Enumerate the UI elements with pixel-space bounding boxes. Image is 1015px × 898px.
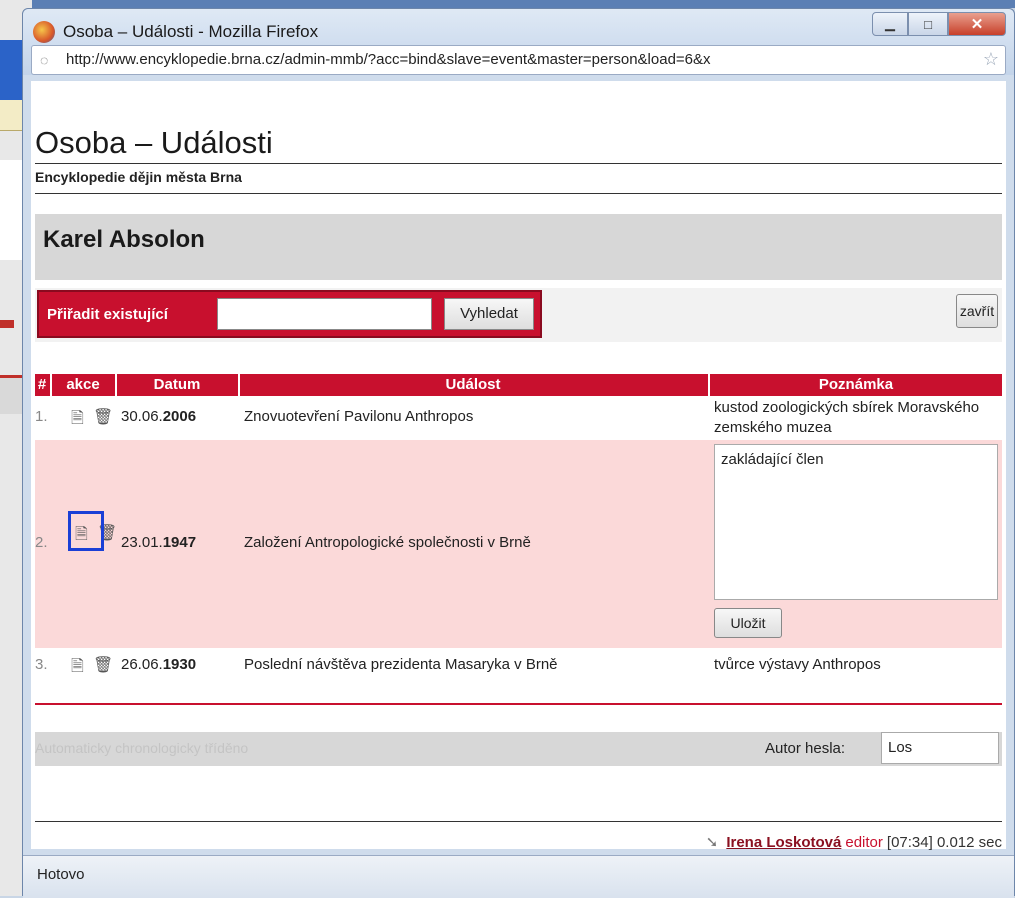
minimize-button[interactable]: ▁ — [872, 12, 908, 36]
note-textarea[interactable]: zakládající člen — [714, 444, 998, 600]
col-header-num: # — [37, 376, 47, 393]
row-event: Znovuotevření Pavilonu Anthropos — [244, 408, 474, 425]
user-role: editor — [845, 834, 883, 851]
row-number: 1. — [35, 408, 48, 425]
author-bar: Automaticky chronologicky tříděno Autor … — [35, 732, 1002, 766]
background-strip — [32, 0, 1015, 8]
divider — [35, 821, 1002, 822]
user-link[interactable]: Irena Loskotová — [726, 834, 841, 851]
date-day-month: 30.06. — [121, 408, 163, 425]
row-event: Založení Antropologické společnosti v Br… — [244, 534, 531, 551]
date-year: 2006 — [162, 408, 197, 425]
col-header-date: Datum — [153, 376, 201, 393]
edit-icon[interactable]: 🗎 — [71, 407, 84, 434]
address-bar[interactable]: ◌ http://www.encyklopedie.brna.cz/admin-… — [31, 45, 1006, 75]
date-day-month: 23.01. — [121, 534, 163, 551]
status-text: Hotovo — [37, 866, 85, 883]
page-title: Osoba – Události — [35, 125, 273, 160]
assign-label: Přiřadit existující — [47, 306, 168, 323]
user-arrow-icon: ➘ — [705, 834, 719, 851]
assign-search-input[interactable] — [217, 298, 432, 330]
trash-icon[interactable]: 🗑 — [93, 407, 113, 427]
window-title: Osoba – Události - Mozilla Firefox — [63, 22, 319, 41]
person-name: Karel Absolon — [43, 226, 205, 253]
trash-icon[interactable]: 🗑 — [93, 655, 113, 675]
row-event: Poslední návštěva prezidenta Masaryka v … — [244, 656, 558, 673]
selection-highlight — [68, 511, 104, 551]
row-note: kustod zoologických sbírek Moravského ze… — [714, 399, 980, 436]
browser-window: Osoba – Události - Mozilla Firefox ▁ □ ✕… — [22, 8, 1015, 898]
bookmark-star-icon[interactable]: ☆ — [983, 49, 999, 70]
divider — [35, 193, 1002, 194]
search-button[interactable]: Vyhledat — [444, 298, 534, 330]
col-header-actions: akce — [66, 376, 100, 393]
date-year: 1947 — [162, 534, 197, 551]
url-text[interactable]: http://www.encyklopedie.brna.cz/admin-mm… — [66, 51, 966, 68]
table-row-editing: 2. 🗎 🗑 23.01.1947 Založení Antropologick… — [35, 440, 1002, 648]
author-input[interactable]: Los — [881, 732, 999, 764]
table-row: 1. 🗎 🗑 30.06.2006 Znovuotevření Pavilonu… — [35, 396, 1002, 440]
col-header-event: Událost — [445, 376, 501, 393]
edit-icon[interactable]: 🗎 — [71, 655, 84, 682]
assign-bar: Přiřadit existující Vyhledat zavřít — [35, 288, 1002, 342]
author-label: Autor hesla: — [765, 740, 846, 757]
close-button[interactable]: zavřít — [956, 294, 998, 328]
page-content: Osoba – Události Encyklopedie dějin měst… — [31, 81, 1006, 851]
row-note: tvůrce výstavy Anthropos — [714, 656, 881, 673]
events-table: # akce Datum Událost Poznámka 1. 🗎 🗑 30.… — [35, 374, 1002, 682]
header-separator — [50, 374, 52, 396]
row-number: 3. — [35, 656, 48, 673]
table-bottom-border — [35, 703, 1002, 705]
save-button[interactable]: Uložit — [714, 608, 782, 638]
table-header: # akce Datum Událost Poznámka — [35, 374, 1002, 396]
row-date: 30.06.2006 — [121, 408, 196, 425]
site-icon: ◌ — [40, 52, 49, 68]
site-subtitle: Encyklopedie dějin města Brna — [35, 169, 242, 185]
close-window-button[interactable]: ✕ — [948, 12, 1006, 36]
assign-form: Přiřadit existující Vyhledat — [37, 290, 542, 338]
row-date: 26.06.1930 — [121, 656, 196, 673]
auto-sort-note: Automaticky chronologicky tříděno — [35, 740, 249, 756]
status-bar: Hotovo — [23, 855, 1014, 898]
divider — [35, 163, 1002, 164]
table-row: 3. 🗎 🗑 26.06.1930 Poslední návštěva prez… — [35, 648, 1002, 682]
person-header: Karel Absolon — [35, 214, 1002, 280]
window-controls: ▁ □ ✕ — [872, 12, 1006, 36]
firefox-icon — [33, 21, 55, 43]
row-date: 23.01.1947 — [121, 534, 196, 551]
timing-info: [07:34] 0.012 sec — [886, 834, 1002, 851]
date-day-month: 26.06. — [121, 656, 163, 673]
date-year: 1930 — [162, 656, 197, 673]
user-info: ➘ Irena Loskotová editor [07:34] 0.012 sec — [706, 833, 1002, 851]
maximize-button[interactable]: □ — [908, 12, 948, 36]
background-strip — [0, 320, 14, 328]
col-header-note: Poznámka — [818, 376, 894, 393]
row-number: 2. — [35, 534, 48, 551]
